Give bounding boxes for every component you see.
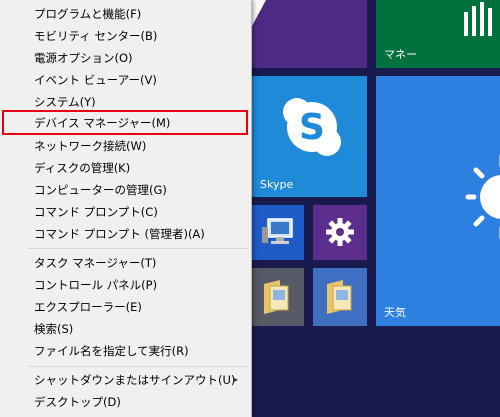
gear-icon — [326, 218, 354, 246]
menu-item-search[interactable]: 検索(S) — [0, 318, 250, 340]
menu-item-programs-features[interactable]: プログラムと機能(F) — [0, 3, 250, 25]
menu-item-shutdown-signout[interactable]: シャットダウンまたはサインアウト(U) ▸ — [0, 369, 250, 391]
tile-weather-label: 天気 — [384, 306, 406, 319]
tile-folder-2[interactable] — [313, 268, 367, 326]
menu-item-run[interactable]: ファイル名を指定して実行(R) — [0, 340, 250, 362]
tile-skype-label: Skype — [260, 178, 294, 191]
menu-item-disk-management[interactable]: ディスクの管理(K) — [0, 157, 250, 179]
tile-desktop-computer[interactable] — [252, 205, 304, 260]
tile-folder-1[interactable] — [252, 268, 304, 326]
menu-item-computer-management[interactable]: コンピューターの管理(G) — [0, 179, 250, 201]
sun-icon — [465, 154, 500, 240]
submenu-arrow-icon: ▸ — [233, 375, 238, 384]
tile-money[interactable]: マネー — [376, 0, 500, 68]
menu-item-command-prompt[interactable]: コマンド プロンプト(C) — [0, 201, 250, 223]
tile-weather[interactable]: 天気 — [376, 76, 500, 326]
menu-item-shutdown-label: シャットダウンまたはサインアウト(U) — [34, 373, 236, 387]
desktop-computer-icon — [262, 218, 293, 244]
menu-item-event-viewer[interactable]: イベント ビューアー(V) — [0, 69, 250, 91]
menu-item-power-options[interactable]: 電源オプション(O) — [0, 47, 250, 69]
device-manager-highlight-box — [2, 110, 248, 135]
power-user-menu: プログラムと機能(F) モビリティ センター(B) 電源オプション(O) イベン… — [0, 0, 252, 417]
menu-separator — [28, 366, 248, 367]
menu-item-file-explorer[interactable]: エクスプローラー(E) — [0, 296, 250, 318]
folder-icon — [264, 280, 289, 314]
svg-text:S: S — [299, 107, 325, 148]
skype-logo-icon: S — [283, 98, 341, 156]
menu-item-task-manager[interactable]: タスク マネージャー(T) — [0, 252, 250, 274]
bar-chart-icon — [464, 2, 492, 36]
tile-skype[interactable]: S Skype — [252, 76, 367, 197]
menu-item-network-connections[interactable]: ネットワーク接続(W) — [0, 135, 250, 157]
tile-money-label: マネー — [384, 48, 417, 61]
menu-item-control-panel[interactable]: コントロール パネル(P) — [0, 274, 250, 296]
menu-item-desktop[interactable]: デスクトップ(D) — [0, 391, 250, 413]
tile-icon-partial — [252, 0, 266, 26]
folder-icon — [327, 280, 352, 314]
menu-separator — [28, 248, 248, 249]
menu-item-mobility-center[interactable]: モビリティ センター(B) — [0, 25, 250, 47]
menu-item-command-prompt-admin[interactable]: コマンド プロンプト (管理者)(A) — [0, 223, 250, 245]
tile-purple-top[interactable] — [252, 0, 367, 68]
tile-settings[interactable] — [313, 205, 367, 260]
